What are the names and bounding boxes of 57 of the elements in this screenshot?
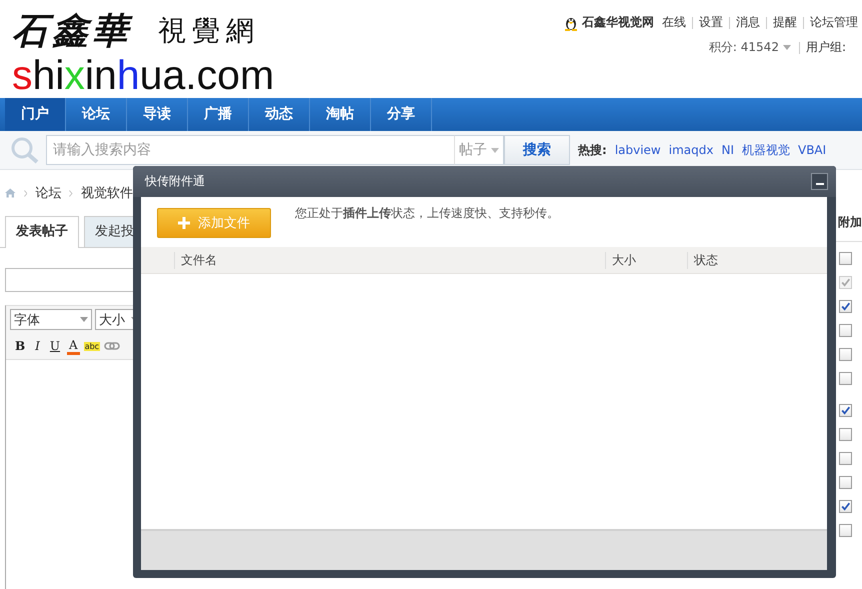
hot-search-link[interactable]: NI <box>717 143 738 157</box>
chevron-icon <box>69 188 73 198</box>
breadcrumb-link[interactable]: 视觉软件 <box>81 184 133 202</box>
nav-tab[interactable]: 门户 <box>5 98 66 131</box>
search-field[interactable]: 请输入搜索内容 <box>46 135 454 165</box>
dialog-title: 快传附件通 <box>145 173 205 190</box>
checkbox[interactable] <box>839 500 852 513</box>
chevron-icon <box>24 188 28 198</box>
italic-button[interactable]: I <box>32 339 43 353</box>
upload-notice: 您正处于插件上传状态，上传速度快、支持秒传。 <box>295 205 559 222</box>
caret-icon <box>80 317 88 322</box>
link-icon[interactable] <box>104 341 120 351</box>
font-color-button[interactable]: A <box>67 338 80 354</box>
caret-icon <box>491 148 499 152</box>
logo-domain[interactable]: shixinhua.com <box>12 56 274 94</box>
points-link[interactable]: 积分: 41542 <box>704 39 783 56</box>
checkbox[interactable] <box>839 524 852 537</box>
user-menu-link[interactable]: 提醒 <box>769 14 801 31</box>
post-tab[interactable]: 发表帖子 <box>5 216 79 248</box>
home-icon[interactable] <box>5 187 16 199</box>
logo-calligraphy: 石鑫華 <box>12 8 132 54</box>
username-link[interactable]: 石鑫华视觉网 <box>582 14 654 31</box>
user-menu-link[interactable]: 论坛管理 <box>806 14 862 31</box>
checkbox[interactable] <box>839 348 852 361</box>
logo-subtitle: 視覺網 <box>158 13 260 49</box>
minimize-button[interactable] <box>811 173 828 190</box>
column-header: 大小 <box>605 252 687 268</box>
font-select[interactable]: 字体 <box>10 309 92 330</box>
search-icon <box>10 136 40 164</box>
checkbox[interactable] <box>839 372 852 385</box>
checkbox[interactable] <box>839 252 852 265</box>
hot-search-label: 热搜: <box>578 142 607 158</box>
highlight-button[interactable]: abc <box>84 342 100 350</box>
checkbox[interactable] <box>839 428 852 441</box>
plus-icon <box>178 217 190 229</box>
hot-search-link[interactable]: imaqdx <box>664 143 718 157</box>
underline-button[interactable]: U <box>46 339 64 353</box>
size-select[interactable]: 大小 <box>95 309 133 330</box>
search-button[interactable]: 搜索 <box>504 135 570 165</box>
hot-search-link[interactable]: VBAI <box>794 143 830 157</box>
caret-icon <box>782 45 791 50</box>
minimize-icon <box>816 183 824 185</box>
hot-search-link[interactable]: 机器视觉 <box>738 142 794 158</box>
hot-search-link[interactable]: labview <box>610 143 665 157</box>
online-status: 在线 <box>661 14 687 31</box>
user-group-label: 用户组: <box>804 39 847 56</box>
column-header: 文件名 <box>174 252 605 268</box>
checkbox[interactable] <box>839 404 852 417</box>
checkbox[interactable] <box>839 324 852 337</box>
column-header: 状态 <box>687 252 774 268</box>
checkbox[interactable] <box>839 452 852 465</box>
breadcrumb-link[interactable]: 论坛 <box>35 184 62 202</box>
checkbox[interactable] <box>839 476 852 489</box>
bold-button[interactable]: B <box>12 339 28 353</box>
user-menu-link[interactable]: 消息 <box>732 14 764 31</box>
checkbox[interactable] <box>839 300 852 313</box>
user-menu-link[interactable]: 设置 <box>695 14 727 31</box>
